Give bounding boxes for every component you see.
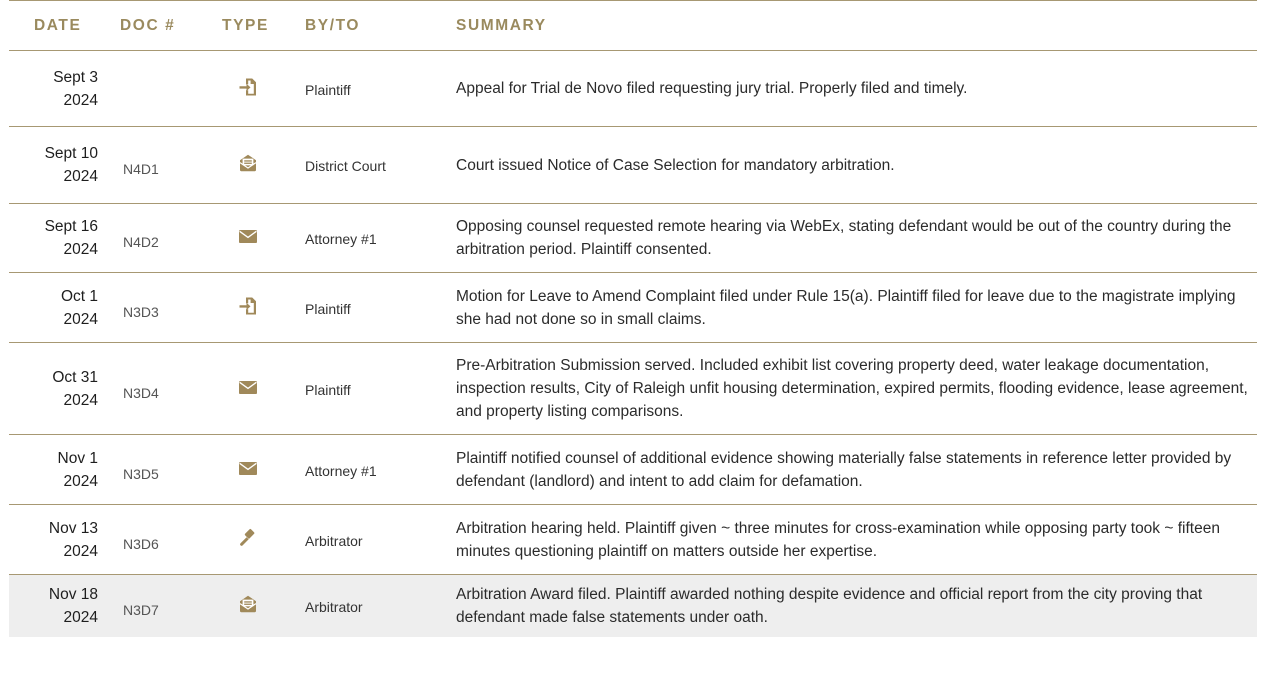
by-to: Plaintiff [305,381,351,398]
table-row: Sept 16 2024 N4D2 Attorney #1 Opposing couns… [9,204,1257,273]
table-row: Nov 13 2024 N3D6 Arbitrator Arbitration hear… [9,505,1257,575]
table-row: Sept 10 2024 N4D1 District Court Court issue… [9,127,1257,204]
date-cell: Nov 1 2024 [9,435,120,505]
file-import-icon [238,296,258,316]
envelope-open-text-icon [238,594,258,614]
date-cell: Oct 31 2024 [9,343,120,435]
date-day: Sept 10 [44,145,98,162]
date-day: Sept 16 [44,218,98,235]
envelope-icon [238,377,258,397]
date-day: Oct 1 [60,287,98,305]
type-cell [222,127,305,204]
by-to: Attorney #1 [305,462,377,479]
date-cell: Oct 1 2024 [9,273,120,343]
date-day: Nov 1 [57,449,99,467]
date-year: 2024 [63,542,98,560]
table-row: Nov 1 2024 N3D5 Attorney #1 Plaintiff notifi… [9,435,1257,505]
doc-number [120,51,222,127]
date-cell: Sept 16 2024 [9,204,120,273]
type-cell [222,575,305,637]
case-timeline-table: DATE DOC # TYPE BY/TO SUMMARY Sept 3 2024… [9,0,1257,637]
doc-number: N3D3 [123,303,159,320]
date-day: Nov 18 [48,585,98,603]
date-year: 2024 [63,391,98,409]
doc-number: N4D2 [123,234,159,250]
summary: Court issued Notice of Case Selection fo… [456,156,895,174]
header-by-to: BY/TO [305,16,361,34]
doc-number: N3D4 [123,384,159,401]
by-to: Plaintiff [305,300,351,317]
date-year: 2024 [63,310,98,328]
gavel-icon [238,528,258,548]
date-year: 2024 [63,472,98,490]
header-type: TYPE [222,16,269,34]
date-day: Oct 31 [52,368,98,386]
doc-number: N3D6 [123,535,159,552]
type-cell [222,343,305,435]
summary: Arbitration Award filed. Plaintiff award… [456,585,1203,626]
header-summary: SUMMARY [456,16,547,34]
envelope-icon [238,226,258,246]
date-cell: Sept 3 2024 [9,51,120,127]
summary: Appeal for Trial de Novo filed requestin… [456,80,968,97]
type-cell [222,204,305,273]
envelope-open-text-icon [238,153,258,173]
date-year: 2024 [63,241,98,258]
table-row: Oct 1 2024 N3D3 Plaintiff Motion for Leave t… [9,273,1257,343]
by-to: Arbitrator [305,598,363,615]
table-row: Oct 31 2024 N3D4 Plaintiff Pre-Arbitration S… [9,343,1257,435]
type-cell [222,273,305,343]
header-doc-number: DOC # [120,16,176,34]
header-date: DATE [34,16,82,34]
file-import-icon [238,77,258,97]
by-to: Arbitrator [305,532,363,549]
summary: Pre-Arbitration Submission served. Inclu… [456,357,1248,420]
table-header-row: DATE DOC # TYPE BY/TO SUMMARY [9,0,1257,51]
by-to: District Court [305,158,386,174]
date-year: 2024 [63,91,98,109]
date-day: Nov 13 [48,519,98,537]
type-cell [222,435,305,505]
summary: Arbitration hearing held. Plaintiff give… [456,519,1220,560]
summary: Motion for Leave to Amend Complaint file… [456,287,1236,328]
date-cell: Sept 10 2024 [9,127,120,204]
doc-number: N3D5 [123,465,159,482]
type-cell [222,51,305,127]
by-to: Attorney #1 [305,231,377,247]
date-year: 2024 [63,168,98,185]
envelope-icon [238,458,258,478]
date-cell: Nov 18 2024 [9,575,120,637]
date-day: Sept 3 [53,68,98,86]
type-cell [222,505,305,575]
date-cell: Nov 13 2024 [9,505,120,575]
date-year: 2024 [63,608,98,626]
doc-number: N4D1 [123,161,159,177]
summary: Opposing counsel requested remote hearin… [456,218,1232,258]
table-row: Nov 18 2024 N3D7 Arbitrator Arbitration Awar… [9,574,1257,637]
summary: Plaintiff notified counsel of additional… [456,449,1232,490]
table-row: Sept 3 2024 Plaintiff Appeal for Trial de N… [9,51,1257,127]
doc-number: N3D7 [123,601,159,618]
by-to: Plaintiff [305,81,351,98]
